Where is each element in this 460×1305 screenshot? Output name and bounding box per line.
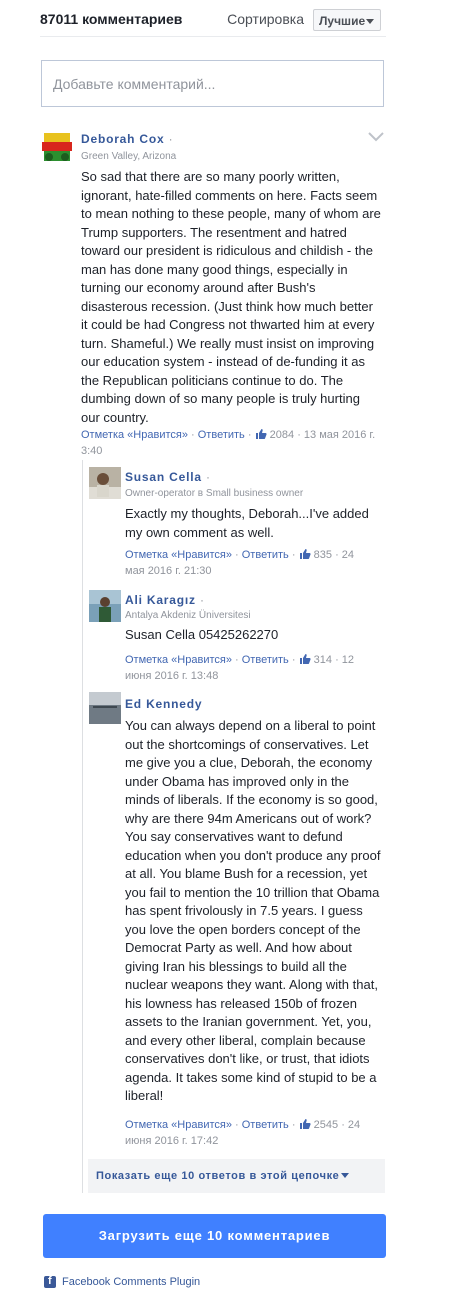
like-count: 835 bbox=[313, 549, 332, 561]
avatar bbox=[89, 467, 121, 499]
avatar bbox=[89, 692, 121, 724]
sort-label: Сортировка bbox=[227, 11, 304, 27]
facebook-icon: f bbox=[44, 1275, 56, 1288]
reply-link[interactable]: Ответить bbox=[242, 654, 289, 666]
reply-text: You can always depend on a liberal to po… bbox=[125, 718, 381, 1103]
comment-input[interactable]: Добавьте комментарий... bbox=[41, 60, 384, 107]
caret-down-icon bbox=[341, 1173, 350, 1178]
like-count: 2084 bbox=[269, 429, 295, 441]
caret-down-icon bbox=[366, 19, 374, 24]
avatar bbox=[89, 590, 121, 622]
reply-link[interactable]: Ответить bbox=[198, 429, 245, 441]
like-count: 2545 bbox=[313, 1119, 339, 1131]
show-more-replies[interactable]: Показать еще 10 ответов в этой цепочке bbox=[88, 1159, 385, 1193]
plugin-footer-label: Facebook Comments Plugin bbox=[62, 1276, 201, 1288]
reply-author[interactable]: Susan Cella · bbox=[125, 470, 210, 484]
reply-author-subtitle: Owner-operator в Small business owner bbox=[125, 488, 304, 499]
comment-count: 87011 комментариев bbox=[40, 11, 183, 27]
like-link[interactable]: Отметка «Нравится» bbox=[81, 429, 188, 441]
avatar bbox=[41, 131, 73, 163]
reply-author[interactable]: Ed Kennedy bbox=[125, 697, 202, 711]
reply-text: Exactly my thoughts, Deborah...I've adde… bbox=[125, 506, 369, 540]
like-count: 314 bbox=[313, 654, 332, 666]
thumbs-up-icon bbox=[255, 429, 267, 439]
reply-link[interactable]: Ответить bbox=[242, 549, 289, 561]
thread-line bbox=[82, 460, 83, 1193]
show-more-replies-label: Показать еще 10 ответов в этой цепочке bbox=[96, 1170, 340, 1182]
thumbs-up-icon bbox=[299, 654, 311, 664]
comment-actions: Отметка «Нравится» · Ответить · 2084 · 1… bbox=[81, 429, 376, 457]
load-more-comments-button[interactable]: Загрузить еще 10 комментариев bbox=[43, 1214, 386, 1258]
reply-author[interactable]: Ali Karagız · bbox=[125, 593, 204, 607]
thumbs-up-icon bbox=[299, 1119, 311, 1129]
chevron-down-icon[interactable] bbox=[368, 132, 384, 142]
reply-actions: Отметка «Нравится» · Ответить · 835 · 24… bbox=[125, 549, 355, 577]
thumbs-up-icon bbox=[299, 549, 311, 559]
reply-link[interactable]: Ответить bbox=[242, 1119, 289, 1131]
comment-author-subtitle: Green Valley, Arizona bbox=[81, 151, 177, 162]
like-link[interactable]: Отметка «Нравится» bbox=[125, 654, 232, 666]
header-divider bbox=[40, 36, 386, 37]
reply-actions: Отметка «Нравится» · Ответить · 2545 · 2… bbox=[125, 1119, 361, 1147]
sort-dropdown[interactable]: Лучшие bbox=[313, 9, 381, 31]
sort-value: Лучшие bbox=[319, 14, 366, 28]
comments-header: 87011 комментариев Сортировка Лучшие bbox=[40, 9, 386, 33]
comment-text: So sad that there are so many poorly wri… bbox=[81, 169, 381, 425]
reply-text: Susan Cella 05425262270 bbox=[125, 627, 279, 642]
like-link[interactable]: Отметка «Нравится» bbox=[125, 1119, 232, 1131]
reply-author-subtitle: Antalya Akdeniz Üniversitesi bbox=[125, 610, 251, 621]
reply-actions: Отметка «Нравится» · Ответить · 314 · 12… bbox=[125, 654, 355, 682]
like-link[interactable]: Отметка «Нравится» bbox=[125, 549, 232, 561]
comment-author[interactable]: Deborah Cox · bbox=[81, 132, 173, 146]
